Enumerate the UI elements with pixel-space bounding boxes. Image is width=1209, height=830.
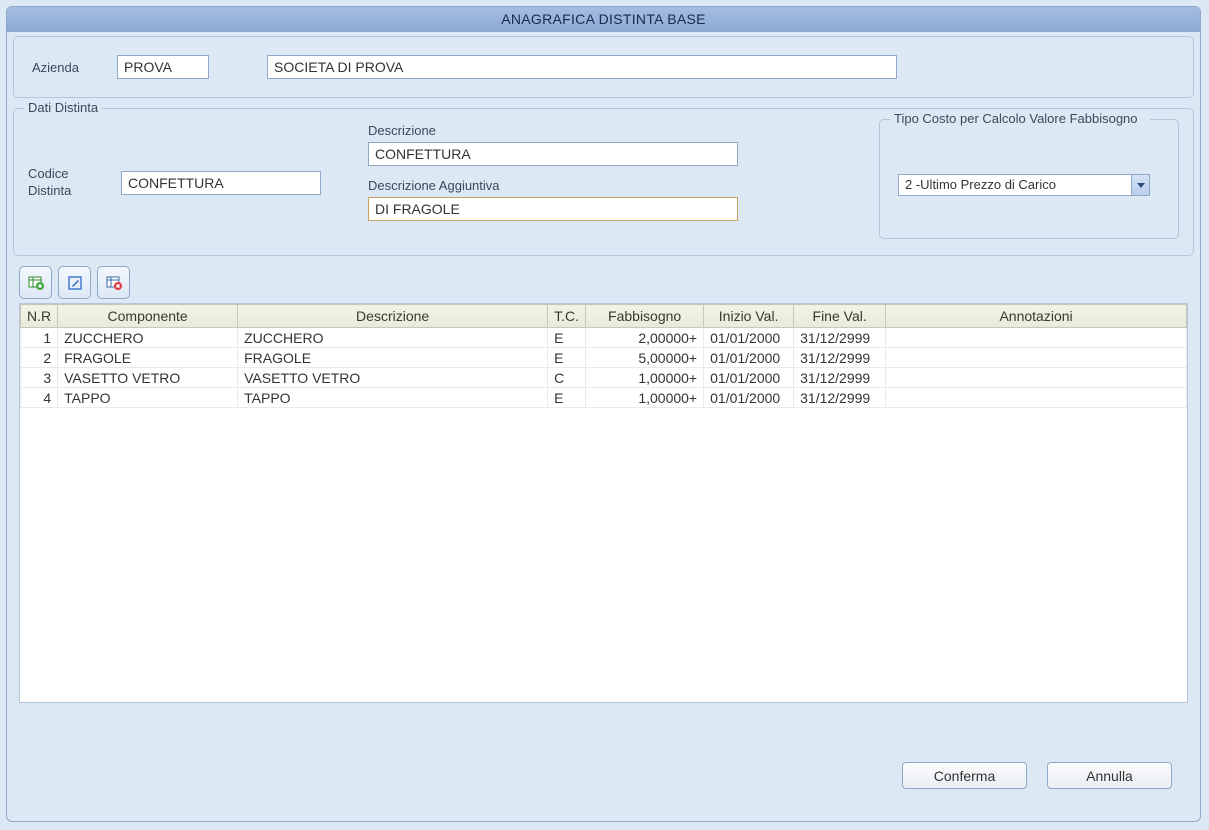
dati-distinta-fieldset: Dati Distinta Codice Distinta Descrizion…	[13, 108, 1194, 256]
cell-componente: VASETTO VETRO	[58, 368, 238, 388]
confirm-button[interactable]: Conferma	[902, 762, 1027, 789]
col-nr[interactable]: N.R	[21, 305, 58, 328]
window: ANAGRAFICA DISTINTA BASE Azienda Dati Di…	[6, 6, 1201, 822]
cell-annotazioni	[886, 388, 1187, 408]
table-row[interactable]: 4TAPPOTAPPOE1,00000+01/01/200031/12/2999	[21, 388, 1187, 408]
grid-toolbar	[19, 266, 1194, 299]
cell-fine: 31/12/2999	[794, 368, 886, 388]
azienda-panel: Azienda	[13, 36, 1194, 98]
azienda-name-input[interactable]	[267, 55, 897, 79]
delete-row-button[interactable]	[97, 266, 130, 299]
col-componente[interactable]: Componente	[58, 305, 238, 328]
cell-inizio: 01/01/2000	[704, 328, 794, 348]
cell-descrizione: ZUCCHERO	[238, 328, 548, 348]
cell-inizio: 01/01/2000	[704, 388, 794, 408]
cell-fabbisogno: 5,00000+	[586, 348, 704, 368]
cell-annotazioni	[886, 368, 1187, 388]
col-fine[interactable]: Fine Val.	[794, 305, 886, 328]
cell-inizio: 01/01/2000	[704, 348, 794, 368]
cell-annotazioni	[886, 328, 1187, 348]
dialog-buttons: Conferma Annulla	[902, 762, 1172, 789]
cell-tc: C	[548, 368, 586, 388]
table-row[interactable]: 1ZUCCHEROZUCCHEROE2,00000+01/01/200031/1…	[21, 328, 1187, 348]
descrizione-agg-input[interactable]	[368, 197, 738, 221]
cell-nr: 2	[21, 348, 58, 368]
cell-fine: 31/12/2999	[794, 328, 886, 348]
azienda-code-input[interactable]	[117, 55, 209, 79]
codice-distinta-input[interactable]	[121, 171, 321, 195]
grid-header-row: N.R Componente Descrizione T.C. Fabbisog…	[21, 305, 1187, 328]
cell-descrizione: TAPPO	[238, 388, 548, 408]
codice-distinta-label: Codice Distinta	[28, 166, 103, 200]
descrizione-input[interactable]	[368, 142, 738, 166]
table-row[interactable]: 3VASETTO VETROVASETTO VETROC1,00000+01/0…	[21, 368, 1187, 388]
tipo-costo-selected: 2 -Ultimo Prezzo di Carico	[899, 175, 1131, 195]
dati-distinta-legend: Dati Distinta	[24, 100, 102, 115]
delete-row-icon	[106, 276, 122, 290]
cell-fabbisogno: 2,00000+	[586, 328, 704, 348]
col-annotazioni[interactable]: Annotazioni	[886, 305, 1187, 328]
cell-nr: 1	[21, 328, 58, 348]
cell-inizio: 01/01/2000	[704, 368, 794, 388]
add-row-button[interactable]	[19, 266, 52, 299]
cell-fabbisogno: 1,00000+	[586, 388, 704, 408]
cell-componente: FRAGOLE	[58, 348, 238, 368]
cell-fine: 31/12/2999	[794, 348, 886, 368]
descrizione-label: Descrizione	[368, 123, 768, 138]
cell-tc: E	[548, 328, 586, 348]
tipo-costo-fieldset: Tipo Costo per Calcolo Valore Fabbisogno…	[879, 119, 1179, 239]
cell-fabbisogno: 1,00000+	[586, 368, 704, 388]
cell-tc: E	[548, 348, 586, 368]
cancel-button[interactable]: Annulla	[1047, 762, 1172, 789]
col-descrizione[interactable]: Descrizione	[238, 305, 548, 328]
azienda-label: Azienda	[32, 60, 107, 75]
chevron-down-icon[interactable]	[1131, 175, 1149, 195]
descrizione-agg-label: Descrizione Aggiuntiva	[368, 178, 768, 193]
cell-annotazioni	[886, 348, 1187, 368]
table-row[interactable]: 2FRAGOLEFRAGOLEE5,00000+01/01/200031/12/…	[21, 348, 1187, 368]
tipo-costo-select[interactable]: 2 -Ultimo Prezzo di Carico	[898, 174, 1150, 196]
cell-tc: E	[548, 388, 586, 408]
add-row-icon	[28, 276, 44, 290]
cell-descrizione: FRAGOLE	[238, 348, 548, 368]
edit-row-button[interactable]	[58, 266, 91, 299]
tipo-costo-legend: Tipo Costo per Calcolo Valore Fabbisogno	[890, 111, 1150, 128]
cell-componente: TAPPO	[58, 388, 238, 408]
col-fabbisogno[interactable]: Fabbisogno	[586, 305, 704, 328]
window-title: ANAGRAFICA DISTINTA BASE	[7, 7, 1200, 32]
components-grid[interactable]: N.R Componente Descrizione T.C. Fabbisog…	[19, 303, 1188, 703]
cell-nr: 3	[21, 368, 58, 388]
cell-descrizione: VASETTO VETRO	[238, 368, 548, 388]
col-tc[interactable]: T.C.	[548, 305, 586, 328]
col-inizio[interactable]: Inizio Val.	[704, 305, 794, 328]
cell-componente: ZUCCHERO	[58, 328, 238, 348]
cell-nr: 4	[21, 388, 58, 408]
edit-row-icon	[68, 276, 82, 290]
cell-fine: 31/12/2999	[794, 388, 886, 408]
